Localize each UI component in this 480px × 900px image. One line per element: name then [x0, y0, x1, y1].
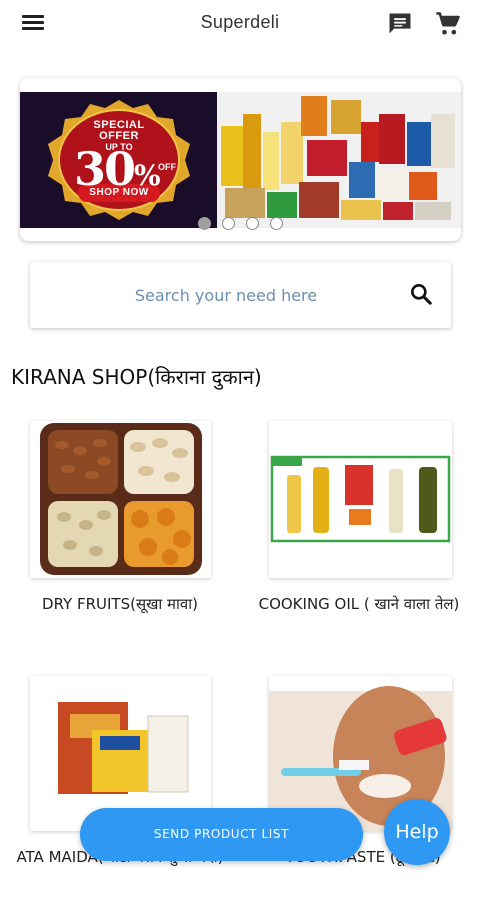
offer-banner[interactable]: SPECIAL OFFER UP TO 30% OFF SHOP NOW	[20, 92, 217, 228]
search-icon[interactable]	[408, 281, 434, 307]
app-bar: Superdeli	[0, 0, 480, 46]
carousel-dot[interactable]	[198, 217, 211, 230]
cart-icon[interactable]	[434, 10, 462, 38]
shop-now-button: SHOP NOW	[89, 187, 149, 198]
search-input[interactable]	[42, 274, 410, 316]
grocery-products-image	[217, 92, 461, 228]
carousel-dots	[198, 217, 298, 231]
category-card-cooking-oil[interactable]	[269, 421, 452, 578]
carousel-dot[interactable]	[246, 217, 259, 230]
cooking-oil-image	[270, 455, 451, 543]
send-product-list-button[interactable]: SEND PRODUCT LIST	[80, 808, 363, 861]
carousel-dot[interactable]	[270, 217, 283, 230]
category-card-dry-fruits[interactable]	[30, 421, 211, 578]
chat-icon[interactable]	[386, 10, 414, 38]
offer-off: OFF	[158, 162, 176, 172]
search-box	[30, 262, 451, 328]
category-label: DRY FRUITS(सूखा मावा)	[42, 595, 198, 613]
banner-carousel[interactable]: SPECIAL OFFER UP TO 30% OFF SHOP NOW	[20, 78, 461, 241]
carousel-dot[interactable]	[222, 217, 235, 230]
help-button[interactable]: Help	[384, 799, 450, 865]
section-title: KIRANA SHOP(किराना दुकान)	[11, 365, 262, 389]
menu-icon[interactable]	[18, 10, 48, 36]
dry-fruits-image	[40, 423, 202, 575]
category-label: COOKING OIL ( खाने वाला तेल)	[258, 595, 460, 613]
